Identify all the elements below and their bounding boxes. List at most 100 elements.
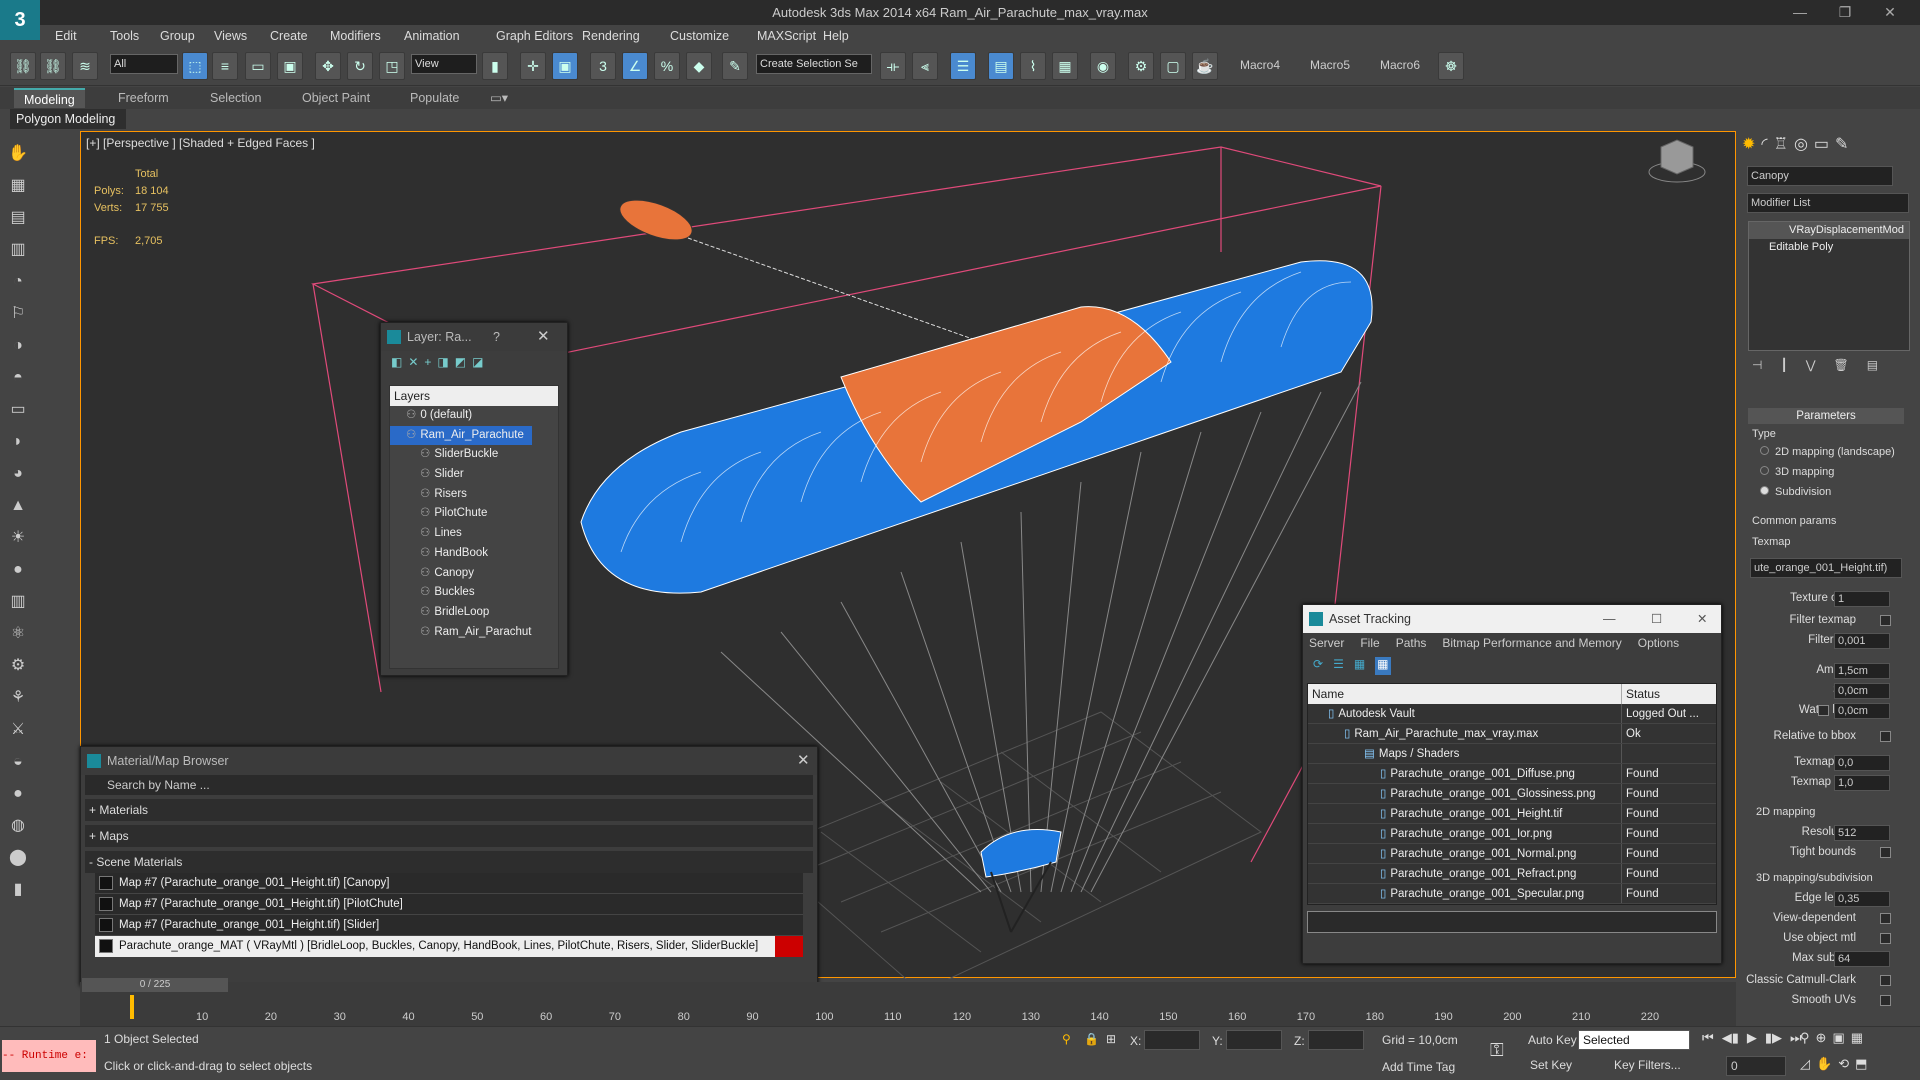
pin-stack-icon[interactable]: ⊣ (1752, 358, 1762, 372)
layer-item[interactable]: ⚇ 0 (default) (390, 406, 558, 426)
select-manipulate-icon[interactable]: ✛ (520, 52, 546, 80)
col-name[interactable]: Name (1308, 684, 1622, 704)
menu-rendering[interactable]: Rendering (582, 25, 640, 47)
plant-icon[interactable]: ⚘ (6, 686, 30, 710)
parameters-rollout[interactable]: Parameters (1748, 408, 1904, 424)
material-icon[interactable]: ▮ (6, 878, 30, 902)
x-field[interactable] (1144, 1030, 1200, 1050)
viewcube[interactable] (1648, 139, 1706, 183)
amount-field[interactable]: 1,5cm (1834, 663, 1890, 679)
camera-icon[interactable]: ◑ (6, 334, 30, 358)
table-view-icon[interactable]: ▦ (1375, 657, 1391, 675)
asset-row[interactable]: ▯ Parachute_orange_001_Specular.png Found (1308, 884, 1716, 904)
named-selection-dropdown[interactable]: Create Selection Se (756, 54, 872, 74)
tight-checkbox[interactable] (1880, 847, 1891, 858)
layer-item[interactable]: ⚇ Ram_Air_Parachut (390, 623, 558, 643)
zoom-extents-all-icon[interactable]: ▦ (1851, 1030, 1863, 1046)
render-icon[interactable]: ▦ (6, 174, 30, 198)
filterblur-field[interactable]: 0,001 (1834, 633, 1890, 649)
restore-icon[interactable]: ❐ (1825, 0, 1865, 25)
pivot-icon[interactable]: ▮ (482, 52, 508, 80)
ref-coord-dropdown[interactable]: View (411, 54, 477, 74)
helper-icon[interactable]: ◓ (6, 366, 30, 390)
minimize-icon[interactable]: — (1780, 0, 1820, 25)
browser-section[interactable]: - Scene Materials (85, 851, 813, 873)
asset-menu-item[interactable]: Paths (1396, 633, 1427, 653)
lock-icon[interactable]: 🔒 (1084, 1032, 1099, 1046)
useobj-checkbox[interactable] (1880, 933, 1891, 944)
app-logo-icon[interactable]: 3 (0, 0, 40, 40)
spacewarp-icon[interactable]: ⚙ (6, 654, 30, 678)
type-radio-option[interactable]: Subdivision (1760, 486, 1831, 498)
stack-editable-poly[interactable]: Editable Poly (1749, 239, 1909, 256)
highlight-layer-icon[interactable]: ◩ (455, 355, 466, 375)
rotate-icon[interactable]: ↻ (347, 52, 373, 80)
orb-icon[interactable]: ● (6, 782, 30, 806)
teapot-icon[interactable]: ☸ (1438, 52, 1464, 80)
render-icon[interactable]: ☕ (1192, 52, 1218, 80)
tmax-field[interactable]: 1,0 (1834, 775, 1890, 791)
material-row[interactable]: Parachute_orange_MAT ( VRayMtl ) [Bridle… (95, 936, 803, 957)
texchan-field[interactable]: 1 (1834, 591, 1890, 607)
filter-checkbox[interactable] (1880, 615, 1891, 626)
rendered-frame-icon[interactable]: ▢ (1160, 52, 1186, 80)
spinner-snap-icon[interactable]: ◆ (686, 52, 712, 80)
grid-icon[interactable]: ▥ (6, 238, 30, 262)
shader-icon[interactable]: ⬤ (6, 846, 30, 870)
layer-item[interactable]: ⚇ PilotChute (390, 504, 558, 524)
polygon-modeling-panel[interactable]: Polygon Modeling (10, 109, 126, 129)
modify-tab-icon[interactable]: ◜ (1761, 134, 1767, 154)
keyboard-shortcut-icon[interactable]: ▣ (552, 52, 578, 80)
selection-filter-dropdown[interactable]: All (110, 54, 178, 74)
edit-named-sel-icon[interactable]: ✎ (722, 52, 748, 80)
tab-selection[interactable]: Selection (210, 88, 261, 108)
layer-dialog-titlebar[interactable]: Layer: Ra... ? ✕ (381, 323, 567, 351)
isolate-icon[interactable]: ⚲ (1062, 1032, 1071, 1046)
menu-help[interactable]: Help (823, 25, 849, 47)
timeline[interactable] (80, 982, 1736, 1026)
geosphere-icon[interactable]: ● (6, 558, 30, 582)
layer-item[interactable]: ⚇ Canopy (390, 564, 558, 584)
scale-icon[interactable]: ◳ (379, 52, 405, 80)
set-key-button[interactable]: Set Key (1530, 1058, 1572, 1072)
key-mode-dropdown[interactable]: Selected (1578, 1030, 1690, 1050)
texmap-button[interactable]: ute_orange_001_Height.tif) (1750, 558, 1902, 578)
asset-row[interactable]: ▤ Maps / Shaders (1308, 744, 1716, 764)
auto-key-button[interactable]: Auto Key (1528, 1033, 1577, 1047)
layer-item[interactable]: ⚇ HandBook (390, 544, 558, 564)
tab-freeform[interactable]: Freeform (118, 88, 169, 108)
macro4-button[interactable]: Macro4 (1240, 54, 1280, 76)
key-icon[interactable]: ⚿ (1490, 1040, 1504, 1061)
smooth-checkbox[interactable] (1880, 995, 1891, 1006)
hierarchy-tab-icon[interactable]: ♖ (1774, 134, 1788, 154)
ribbon-toggle-icon[interactable]: ▤ (988, 52, 1014, 80)
display-tab-icon[interactable]: ▭ (1814, 134, 1829, 154)
asset-row[interactable]: ▯ Parachute_orange_001_Height.tif Found (1308, 804, 1716, 824)
new-layer-icon[interactable]: ◧ (391, 355, 402, 375)
material-row[interactable]: Map #7 (Parachute_orange_001_Height.tif)… (95, 894, 803, 915)
layers-icon[interactable]: ▤ (6, 206, 30, 230)
asset-titlebar[interactable]: Asset Tracking — ☐ ✕ (1303, 605, 1721, 633)
layer-explorer-icon[interactable]: ☰ (950, 52, 976, 80)
show-end-result-icon[interactable]: ┃ (1780, 358, 1787, 372)
material-editor-icon[interactable]: ◉ (1090, 52, 1116, 80)
browser-section[interactable]: + Materials (85, 799, 813, 821)
close-icon[interactable]: ✕ (1870, 0, 1910, 25)
menu-modifiers[interactable]: Modifiers (330, 25, 381, 47)
make-unique-icon[interactable]: ⋁ (1806, 358, 1816, 372)
asset-menu-item[interactable]: Options (1638, 633, 1679, 653)
maximize-viewport-icon[interactable]: ⬒ (1855, 1056, 1867, 1072)
layer-item[interactable]: ⚇ Lines (390, 524, 558, 544)
tab-object-paint[interactable]: Object Paint (302, 88, 370, 108)
time-slider[interactable]: 0 / 225 (82, 978, 228, 992)
menu-group[interactable]: Group (160, 25, 195, 47)
torus-icon[interactable]: ◒ (6, 750, 30, 774)
schematic-view-icon[interactable]: ▦ (1052, 52, 1078, 80)
stack-vray-displacement[interactable]: VRayDisplacementMod (1749, 222, 1909, 239)
add-to-layer-icon[interactable]: + (424, 355, 431, 375)
water-checkbox[interactable] (1818, 705, 1829, 716)
rect-selection-icon[interactable]: ▭ (245, 52, 271, 80)
select-by-name-icon[interactable]: ≡ (212, 52, 238, 80)
menu-edit[interactable]: Edit (55, 25, 77, 47)
select-in-layer-icon[interactable]: ◨ (437, 355, 448, 375)
